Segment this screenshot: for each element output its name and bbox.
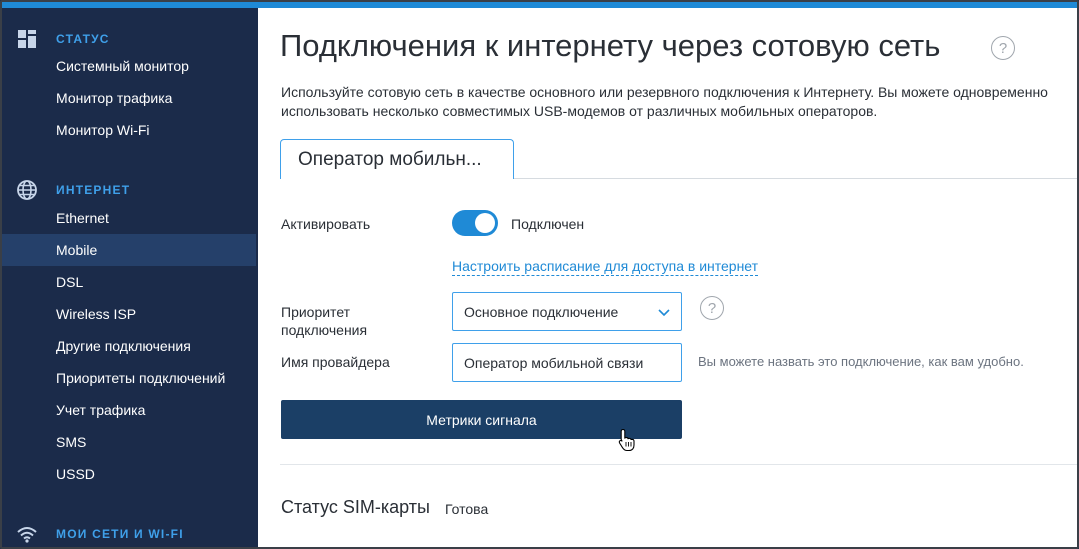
activate-toggle[interactable] xyxy=(452,210,498,236)
sidebar-item-wireless-isp[interactable]: Wireless ISP xyxy=(2,298,256,330)
sidebar-item-system-monitor[interactable]: Системный монитор xyxy=(2,50,256,82)
page-title: Подключения к интернету через сотовую се… xyxy=(280,28,941,63)
sidebar: СТАТУС Системный монитор Монитор трафика… xyxy=(2,8,256,547)
sim-status-label: Статус SIM-карты xyxy=(281,497,430,517)
sidebar-item-sms[interactable]: SMS xyxy=(2,426,256,458)
sidebar-item-ethernet[interactable]: Ethernet xyxy=(2,202,256,234)
sidebar-item-traffic-monitor[interactable]: Монитор трафика xyxy=(2,82,256,114)
hand-pointer-cursor-icon xyxy=(618,428,636,457)
provider-name-hint: Вы можете назвать это подключение, как в… xyxy=(698,354,1024,369)
sidebar-item-mobile[interactable]: Mobile xyxy=(2,234,256,266)
sidebar-item-ussd[interactable]: USSD xyxy=(2,458,256,490)
sidebar-section-title: МОИ СЕТИ И WI-FI xyxy=(56,527,184,541)
sidebar-item-other-connections[interactable]: Другие подключения xyxy=(2,330,256,362)
globe-icon xyxy=(16,179,38,201)
priority-select-value: Основное подключение xyxy=(464,303,619,320)
sidebar-item-wifi-monitor[interactable]: Монитор Wi-Fi xyxy=(2,114,256,146)
sidebar-section-internet: ИНТЕРНЕТ xyxy=(2,178,256,202)
tab-mobile-operator[interactable]: Оператор мобильн... xyxy=(280,139,514,179)
question-circle-icon[interactable]: ? xyxy=(991,36,1015,60)
sim-status-value: Готова xyxy=(445,501,489,517)
dashboard-grid-icon xyxy=(16,28,38,50)
section-divider xyxy=(280,464,1077,465)
sidebar-item-dsl[interactable]: DSL xyxy=(2,266,256,298)
wifi-icon xyxy=(16,523,38,545)
sidebar-section-status: СТАТУС xyxy=(2,27,256,51)
sidebar-item-connection-priorities[interactable]: Приоритеты подключений xyxy=(2,362,256,394)
main-content: Подключения к интернету через сотовую се… xyxy=(258,8,1077,547)
toggle-knob xyxy=(475,213,495,233)
sidebar-section-my-networks[interactable]: МОИ СЕТИ И WI-FI xyxy=(2,522,256,546)
provider-name-label: Имя провайдера xyxy=(281,354,390,370)
sidebar-item-traffic-accounting[interactable]: Учет трафика xyxy=(2,394,256,426)
priority-label: Приоритет подключения xyxy=(281,304,368,338)
activate-label: Активировать xyxy=(281,216,371,232)
connection-state-label: Подключен xyxy=(511,216,585,232)
question-circle-icon[interactable]: ? xyxy=(700,296,724,320)
page-description: Используйте сотовую сеть в качестве осно… xyxy=(281,84,1048,119)
priority-select[interactable]: Основное подключение xyxy=(452,292,682,331)
sidebar-section-title: СТАТУС xyxy=(56,32,110,46)
app-window: СТАТУС Системный монитор Монитор трафика… xyxy=(0,0,1079,549)
sidebar-section-title: ИНТЕРНЕТ xyxy=(56,183,131,197)
provider-name-input[interactable] xyxy=(452,343,682,382)
schedule-link[interactable]: Настроить расписание для доступа в интер… xyxy=(452,258,759,276)
chevron-down-icon xyxy=(658,305,670,321)
